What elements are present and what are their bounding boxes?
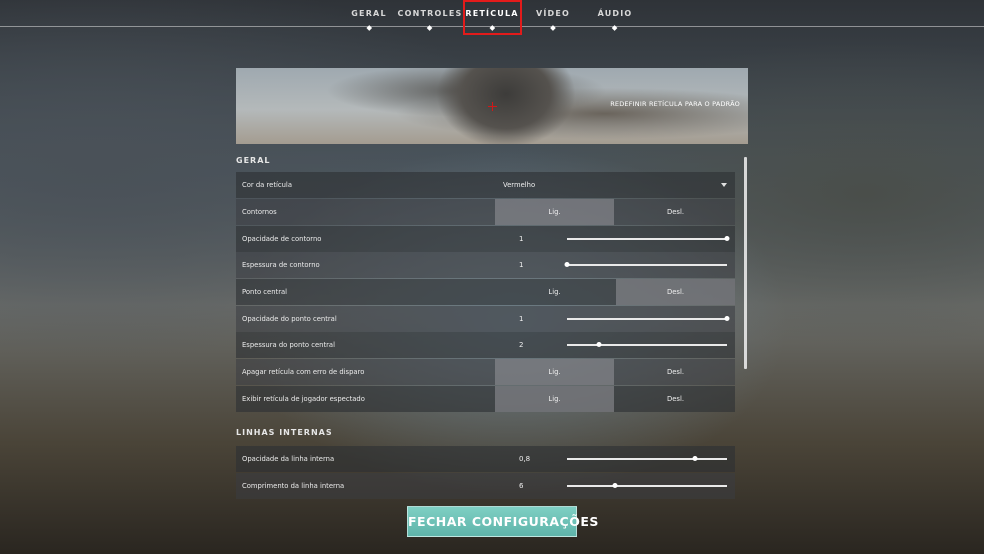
spectated-crosshair-on-button[interactable]: Lig. — [495, 386, 614, 412]
slider-knob[interactable] — [564, 262, 570, 267]
tab-indicator-dot — [550, 25, 556, 31]
setting-label: Exibir retícula de jogador espectado — [242, 395, 365, 403]
outlines-off-button[interactable]: Desl. — [616, 199, 735, 225]
tab-indicator-dot — [612, 25, 618, 31]
crosshair-preview: REDEFINIR RETÍCULA PARA O PADRÃO — [236, 68, 748, 144]
setting-label: Opacidade de contorno — [242, 235, 322, 243]
tab-controles-label: CONTROLES — [397, 9, 463, 18]
fade-crosshair-on-button[interactable]: Lig. — [495, 359, 614, 385]
setting-value: 1 — [519, 315, 524, 323]
crosshair-icon — [488, 102, 497, 111]
tab-video[interactable]: VÍDEO — [535, 0, 571, 31]
outline-thickness-slider[interactable] — [564, 262, 727, 267]
setting-label: Cor da retícula — [242, 181, 292, 189]
row-cor-da-reticula: Cor da retícula Vermelho — [236, 172, 735, 198]
tab-video-label: VÍDEO — [535, 9, 571, 18]
crosshair-color-dropdown[interactable]: Vermelho — [495, 172, 735, 198]
row-ponto-central: Ponto central Lig. Desl. — [236, 279, 735, 305]
section-title-linhas-internas: LINHAS INTERNAS — [236, 428, 333, 437]
spectated-crosshair-off-button[interactable]: Desl. — [616, 386, 735, 412]
settings-scrollbar[interactable] — [744, 157, 747, 369]
fade-crosshair-off-button[interactable]: Desl. — [616, 359, 735, 385]
center-dot-opacity-slider[interactable] — [567, 316, 730, 321]
center-dot-off-button[interactable]: Desl. — [616, 279, 735, 305]
row-opacidade-da-linha-interna: Opacidade da linha interna 0,8 — [236, 446, 735, 472]
slider-knob[interactable] — [724, 236, 730, 241]
setting-label: Opacidade da linha interna — [242, 455, 335, 463]
row-espessura-de-contorno: Espessura de contorno 1 — [236, 252, 735, 278]
chevron-down-icon — [721, 183, 727, 187]
center-dot-thickness-slider[interactable] — [567, 342, 727, 347]
row-apagar-reticula: Apagar retícula com erro de disparo Lig.… — [236, 359, 735, 385]
inner-line-length-slider[interactable] — [567, 483, 727, 488]
tab-controles[interactable]: CONTROLES — [397, 0, 463, 31]
tab-geral[interactable]: GERAL — [351, 0, 387, 31]
dropdown-value: Vermelho — [503, 181, 536, 189]
tab-indicator-dot — [427, 25, 433, 31]
row-opacidade-do-ponto-central: Opacidade do ponto central 1 — [236, 306, 735, 332]
preview-background — [436, 68, 576, 144]
row-opacidade-de-contorno: Opacidade de contorno 1 — [236, 226, 735, 252]
setting-label: Espessura do ponto central — [242, 341, 335, 349]
setting-label: Apagar retícula com erro de disparo — [242, 368, 365, 376]
tab-audio[interactable]: ÁUDIO — [597, 0, 633, 31]
outlines-on-button[interactable]: Lig. — [495, 199, 614, 225]
slider-knob[interactable] — [724, 316, 730, 321]
reset-crosshair-button[interactable]: REDEFINIR RETÍCULA PARA O PADRÃO — [610, 100, 740, 108]
row-comprimento-da-linha-interna: Comprimento da linha interna 6 — [236, 473, 735, 499]
setting-value: 2 — [519, 341, 524, 349]
setting-label: Espessura de contorno — [242, 261, 320, 269]
tab-geral-label: GERAL — [351, 9, 387, 18]
slider-knob[interactable] — [596, 342, 602, 347]
slider-knob[interactable] — [612, 483, 618, 488]
active-tab-highlight-box — [463, 0, 522, 35]
crosshair-settings-panel: GERAL Cor da retícula Vermelho Contornos… — [236, 150, 736, 500]
setting-value: 0,8 — [519, 455, 531, 463]
setting-value: 6 — [519, 482, 524, 490]
row-espessura-do-ponto-central: Espessura do ponto central 2 — [236, 332, 735, 358]
close-settings-button[interactable]: FECHAR CONFIGURAÇÕES — [407, 506, 598, 537]
section-title-geral: GERAL — [236, 156, 271, 165]
row-contornos: Contornos Lig. Desl. — [236, 199, 735, 225]
setting-value: 1 — [519, 261, 524, 269]
inner-line-opacity-slider[interactable] — [567, 456, 727, 461]
setting-label: Contornos — [242, 208, 277, 216]
setting-label: Opacidade do ponto central — [242, 315, 337, 323]
tab-indicator-dot — [366, 25, 372, 31]
setting-value: 1 — [519, 235, 524, 243]
row-exibir-reticula-espectado: Exibir retícula de jogador espectado Lig… — [236, 386, 735, 412]
center-dot-on-button[interactable]: Lig. — [495, 279, 614, 305]
outline-opacity-slider[interactable] — [567, 236, 730, 241]
slider-knob[interactable] — [692, 456, 698, 461]
tab-audio-label: ÁUDIO — [597, 9, 633, 18]
setting-label: Comprimento da linha interna — [242, 482, 345, 490]
setting-label: Ponto central — [242, 288, 288, 296]
